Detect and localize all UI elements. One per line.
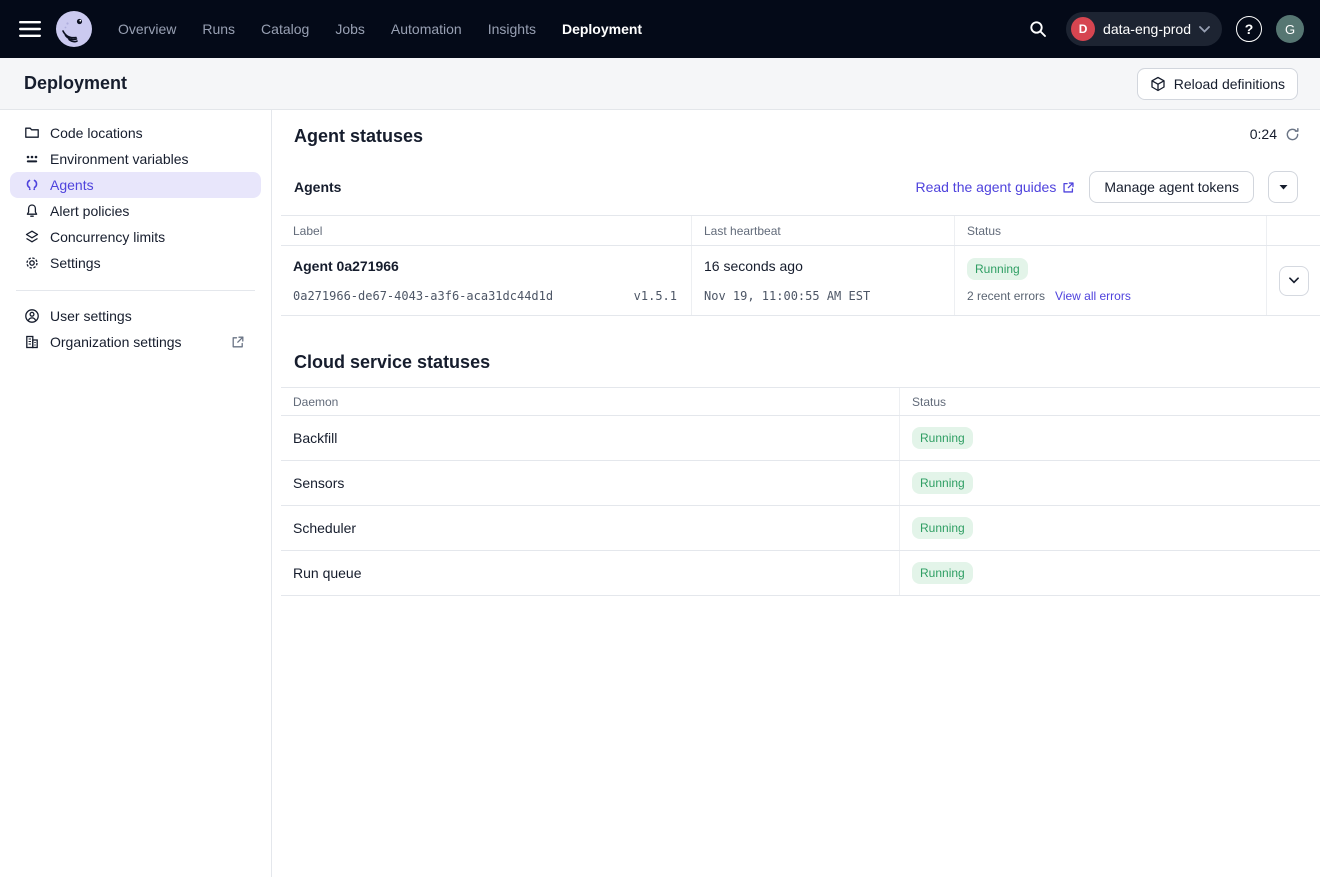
manage-agent-tokens-button[interactable]: Manage agent tokens (1089, 171, 1254, 203)
deployment-switcher[interactable]: D data-eng-prod (1066, 12, 1222, 46)
dagster-logo[interactable] (54, 9, 94, 49)
agent-guides-link[interactable]: Read the agent guides (915, 179, 1075, 195)
agent-guides-label: Read the agent guides (915, 179, 1056, 195)
sidebar-item-user-settings[interactable]: User settings (10, 303, 261, 329)
reload-definitions-label: Reload definitions (1174, 76, 1285, 92)
daemon-name: Scheduler (281, 506, 900, 550)
daemon-name: Backfill (281, 416, 900, 460)
user-icon (24, 308, 40, 324)
manage-tokens-label: Manage agent tokens (1104, 179, 1239, 195)
agent-row: Agent 0a271966 0a271966-de67-4043-a3f6-a… (281, 246, 1320, 316)
layers-icon (24, 229, 40, 245)
sidebar-item-organization-settings[interactable]: Organization settings (10, 329, 261, 355)
sidebar-item-label: Concurrency limits (50, 229, 165, 245)
search-icon[interactable] (1024, 15, 1052, 43)
sidebar-item-label: Alert policies (50, 203, 129, 219)
cloud-table-header: Daemon Status (281, 388, 1320, 416)
top-nav: Overview Runs Catalog Jobs Automation In… (0, 0, 1320, 58)
nav-link-runs[interactable]: Runs (202, 21, 235, 37)
agent-version: v1.5.1 (634, 289, 677, 303)
status-badge: Running (912, 562, 973, 584)
help-icon[interactable]: ? (1236, 16, 1262, 42)
help-glyph: ? (1245, 21, 1254, 37)
main-content: Agent statuses 0:24 Agents Read the agen… (272, 110, 1320, 877)
recent-errors-count: 2 recent errors (967, 289, 1045, 303)
daemon-name: Run queue (281, 551, 900, 595)
status-badge: Running (912, 517, 973, 539)
avatar-initial: G (1285, 22, 1295, 37)
nav-link-insights[interactable]: Insights (488, 21, 536, 37)
heartbeat-relative: 16 seconds ago (704, 258, 940, 274)
daemon-name: Sensors (281, 461, 900, 505)
nav-link-catalog[interactable]: Catalog (261, 21, 309, 37)
deployment-sidebar: Code locations Environment variables Age… (0, 110, 272, 877)
nav-link-jobs[interactable]: Jobs (335, 21, 365, 37)
sidebar-item-settings[interactable]: Settings (10, 250, 261, 276)
sidebar-item-agents[interactable]: Agents (10, 172, 261, 198)
sidebar-item-alert-policies[interactable]: Alert policies (10, 198, 261, 224)
col-header-actions (1267, 216, 1320, 245)
reload-definitions-icon (1150, 76, 1166, 92)
nav-link-automation[interactable]: Automation (391, 21, 462, 37)
col-header-status: Status (955, 216, 1267, 245)
sidebar-item-label: Organization settings (50, 334, 182, 350)
hamburger-menu-icon[interactable] (14, 13, 46, 45)
sidebar-item-label: Agents (50, 177, 94, 193)
sidebar-item-label: Settings (50, 255, 101, 271)
status-badge: Running (912, 472, 973, 494)
sidebar-item-label: Environment variables (50, 151, 189, 167)
cloud-services-table: Daemon Status Backfill Running Sensors R… (281, 387, 1320, 596)
deployment-name: data-eng-prod (1103, 21, 1191, 37)
external-link-icon (231, 335, 245, 349)
countdown-value: 0:24 (1250, 126, 1277, 142)
sidebar-item-code-locations[interactable]: Code locations (10, 120, 261, 146)
heartbeat-timestamp: Nov 19, 11:00:55 AM EST (704, 289, 940, 303)
page-header: Deployment Reload definitions (0, 58, 1320, 110)
page-title: Deployment (24, 73, 127, 94)
chevron-down-icon (1289, 277, 1299, 284)
primary-nav: Overview Runs Catalog Jobs Automation In… (118, 21, 642, 37)
external-link-icon (1062, 181, 1075, 194)
agent-statuses-title: Agent statuses (294, 126, 1320, 147)
sidebar-item-environment-variables[interactable]: Environment variables (10, 146, 261, 172)
agents-table-header: Label Last heartbeat Status (281, 216, 1320, 246)
agent-name: Agent 0a271966 (293, 258, 677, 274)
sidebar-divider (16, 290, 255, 291)
status-badge: Running (912, 427, 973, 449)
daemon-row-backfill: Backfill Running (281, 416, 1320, 461)
agent-id: 0a271966-de67-4043-a3f6-aca31dc44d1d (293, 289, 553, 303)
status-badge: Running (967, 258, 1028, 280)
daemon-row-sensors: Sensors Running (281, 461, 1320, 506)
sidebar-item-label: Code locations (50, 125, 143, 141)
building-icon (24, 334, 40, 350)
deployment-initial-badge: D (1071, 17, 1095, 41)
caret-down-icon (1279, 184, 1288, 190)
nav-link-overview[interactable]: Overview (118, 21, 176, 37)
nav-link-deployment[interactable]: Deployment (562, 21, 642, 37)
user-avatar[interactable]: G (1276, 15, 1304, 43)
daemon-row-scheduler: Scheduler Running (281, 506, 1320, 551)
sidebar-item-concurrency-limits[interactable]: Concurrency limits (10, 224, 261, 250)
col-header-heartbeat: Last heartbeat (692, 216, 955, 245)
agents-icon (24, 177, 40, 193)
sidebar-item-label: User settings (50, 308, 132, 324)
col-header-daemon: Daemon (281, 388, 900, 415)
cloud-service-statuses-title: Cloud service statuses (294, 352, 1320, 373)
agent-row-expand-button[interactable] (1279, 266, 1309, 296)
col-header-label: Label (281, 216, 692, 245)
env-vars-icon (24, 151, 40, 167)
daemon-row-run-queue: Run queue Running (281, 551, 1320, 596)
reload-definitions-button[interactable]: Reload definitions (1137, 68, 1298, 100)
agents-heading: Agents (294, 179, 341, 195)
folder-icon (24, 125, 40, 141)
col-header-status: Status (900, 388, 1320, 415)
refresh-icon[interactable] (1285, 127, 1300, 142)
view-all-errors-link[interactable]: View all errors (1055, 289, 1131, 303)
agents-more-actions-button[interactable] (1268, 171, 1298, 203)
bell-icon (24, 203, 40, 219)
gear-icon (24, 255, 40, 271)
chevron-down-icon (1199, 26, 1210, 33)
agents-table: Label Last heartbeat Status Agent 0a2719… (281, 215, 1320, 316)
refresh-countdown: 0:24 (1250, 126, 1300, 142)
